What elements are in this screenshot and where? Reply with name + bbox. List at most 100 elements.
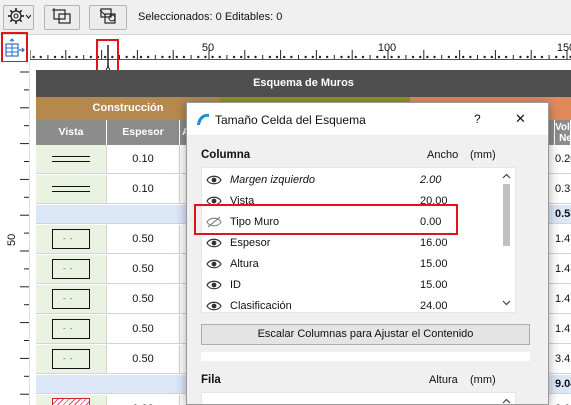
columns-scrollbar[interactable]	[500, 168, 513, 314]
eye-icon[interactable]	[206, 278, 222, 295]
col-header-espesor[interactable]: Espesor	[107, 120, 180, 145]
select-multi-icon	[97, 7, 119, 28]
ruler-dot	[53, 55, 57, 59]
columns-list[interactable]: Margen izquierdo 2.00 Vista 20.00 Tipo Muro 0…	[201, 167, 516, 313]
close-button[interactable]: ✕	[515, 111, 526, 127]
espesor-cell: 0.10	[107, 145, 180, 173]
wall-symbol-icon	[52, 398, 90, 405]
wall-symbol-icon	[52, 349, 90, 369]
column-item[interactable]: Espesor 16.00	[202, 233, 498, 254]
ruler-dot	[247, 55, 250, 59]
help-button[interactable]: ?	[474, 112, 481, 126]
column-width[interactable]: 15.00	[420, 258, 448, 270]
ruler-dot	[426, 55, 429, 59]
cell-size-dialog: Tamaño Celda del Esquema ? ✕ Columna Anc…	[186, 102, 549, 405]
wall-preview-cell	[36, 285, 107, 313]
volumen-cell: 0.20	[555, 153, 571, 165]
ruler-dot	[232, 55, 236, 59]
espesor-cell: 0.38	[107, 395, 180, 405]
column-name: Clasificación	[230, 300, 292, 312]
column-name: Margen izquierdo	[230, 174, 315, 186]
ruler-dot	[411, 55, 415, 59]
dialog-titlebar[interactable]: Tamaño Celda del Esquema ? ✕	[187, 103, 548, 135]
rows-scrollbar[interactable]	[500, 393, 513, 404]
ruler-dot	[519, 55, 522, 59]
schedule-title: Esquema de Muros	[36, 70, 571, 97]
settings-dropdown-button[interactable]	[3, 5, 34, 30]
ruler-dot	[354, 55, 357, 59]
vertical-ruler[interactable]: 50	[0, 62, 30, 405]
espesor-cell: 0.50	[107, 285, 180, 313]
select-frame-button[interactable]	[44, 5, 80, 30]
highlight-tipo-muro	[194, 204, 458, 235]
col-header-vista[interactable]: Vista	[36, 120, 107, 145]
wall-preview-cell	[36, 345, 107, 373]
volumen-cell: 1.47	[555, 293, 571, 305]
ruler-dot	[447, 55, 451, 59]
ruler-dot	[75, 55, 78, 59]
vruler-label-50: 50	[6, 233, 18, 246]
ruler-dot	[347, 55, 350, 59]
ruler-dot	[218, 55, 221, 59]
eye-icon[interactable]	[206, 236, 222, 253]
column-width[interactable]: 2.00	[420, 174, 441, 186]
ruler-dot	[526, 55, 529, 59]
volumen-cell: 9.04	[555, 378, 571, 390]
ruler-dot	[562, 55, 565, 59]
wall-symbol-icon	[52, 156, 90, 162]
ruler-dot	[325, 55, 329, 59]
ruler-dot	[161, 55, 164, 59]
ruler-dot	[211, 55, 214, 59]
ruler-dot	[89, 55, 93, 59]
wall-symbol-icon	[52, 289, 90, 309]
wall-preview-cell	[36, 225, 107, 253]
espesor-cell: 0.50	[107, 225, 180, 253]
wall-preview-cell	[36, 395, 107, 405]
wall-preview-cell	[36, 255, 107, 283]
ruler-dot	[555, 55, 558, 59]
column-item[interactable]: Clasificación 24.00	[202, 296, 498, 317]
ruler-dot	[383, 55, 386, 59]
ruler-dot	[376, 55, 379, 59]
eye-icon[interactable]	[206, 299, 222, 316]
wall-symbol-icon	[52, 259, 90, 279]
ruler-dot	[461, 55, 465, 59]
wall-symbol-icon	[52, 229, 90, 249]
ruler-dot	[504, 55, 508, 59]
ruler-dot	[304, 55, 307, 59]
ruler-dot	[390, 55, 393, 59]
ruler-dot	[340, 55, 343, 59]
dialog-title: Tamaño Celda del Esquema	[215, 113, 366, 127]
espesor-cell: 0.50	[107, 345, 180, 373]
scale-columns-button[interactable]: Escalar Columnas para Ajustar el Conteni…	[201, 324, 530, 345]
ruler-dot	[254, 55, 257, 59]
column-width[interactable]: 24.00	[420, 300, 448, 312]
ruler-dot	[61, 55, 64, 59]
column-item[interactable]: ID 15.00	[202, 275, 498, 296]
eye-icon[interactable]	[206, 173, 222, 190]
column-width[interactable]: 15.00	[420, 279, 448, 291]
ruler-dot	[268, 55, 272, 59]
wall-preview-cell	[36, 315, 107, 343]
wall-symbol-icon	[52, 319, 90, 339]
volumen-cell: 8.06	[555, 395, 571, 405]
ruler-dot	[240, 55, 243, 59]
ruler-dot	[433, 55, 436, 59]
ruler-dot	[533, 55, 536, 59]
ruler-dot	[419, 55, 422, 59]
eye-icon[interactable]	[206, 257, 222, 274]
ruler-label-100: 100	[377, 42, 397, 54]
row-item[interactable]: Margen superior2.00	[202, 399, 498, 404]
multi-select-button[interactable]	[89, 5, 127, 30]
column-item[interactable]: Altura 15.00	[202, 254, 498, 275]
col-header-volumen[interactable]: Volu Ne	[555, 120, 571, 145]
rows-list[interactable]: Margen superior2.00	[201, 392, 516, 404]
height-unit: (mm)	[470, 374, 496, 386]
ruler-dot	[275, 55, 279, 59]
column-name: Altura	[230, 258, 259, 270]
ruler-dot	[483, 55, 486, 59]
column-width[interactable]: 16.00	[420, 237, 448, 249]
ruler-label-50: 50	[201, 42, 215, 54]
highlight-corner	[1, 32, 28, 63]
column-item[interactable]: Margen izquierdo 2.00	[202, 170, 498, 191]
